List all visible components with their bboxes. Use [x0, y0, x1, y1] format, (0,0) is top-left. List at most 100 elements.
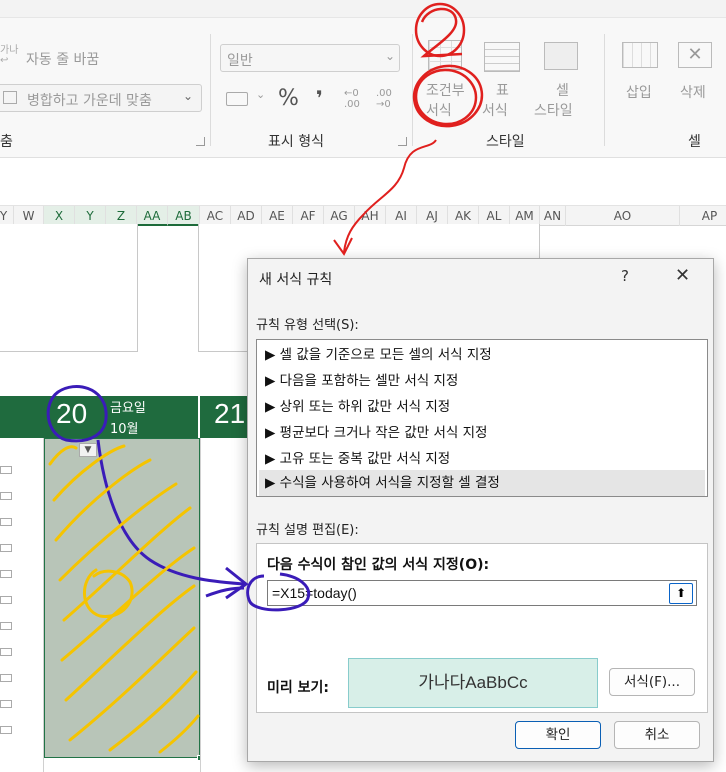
- alignment-launcher-icon[interactable]: [196, 137, 205, 146]
- decrease-decimal-icon[interactable]: .00 →0: [376, 88, 392, 110]
- formula-label: 다음 수식이 참인 값의 서식 지정(O):: [267, 557, 490, 573]
- weekday-label: 금요일: [110, 401, 146, 416]
- row-checkbox-icon: [0, 648, 12, 656]
- delete-icon: ✕: [678, 42, 712, 68]
- rule-description-panel: 다음 수식이 참인 값의 서식 지정(O): =X15=today() ⬆ 미리…: [256, 543, 708, 713]
- row-checkbox-icon: [0, 492, 12, 500]
- calendar-cell-box: [200, 438, 250, 772]
- column-header[interactable]: AI: [386, 206, 417, 226]
- formula-input[interactable]: =X15=today(): [267, 580, 697, 606]
- dropdown-arrow-icon[interactable]: ▼: [79, 443, 97, 457]
- number-launcher-icon[interactable]: [398, 137, 407, 146]
- currency-icon[interactable]: [226, 92, 248, 106]
- rule-type-item[interactable]: ▶ 다음을 포함하는 셀만 서식 지정: [259, 368, 705, 394]
- conditional-formatting-button[interactable]: 조건부 서식: [418, 36, 474, 120]
- column-headers: Y W X Y Z AA AB AC AD AE AF AG AH AI AJ …: [0, 206, 726, 226]
- format-as-table-button[interactable]: 표 서식: [478, 36, 534, 120]
- column-header[interactable]: X: [44, 206, 75, 226]
- ribbon: 가나 ↩ 자동 줄 바꿈 병합하고 가운데 맞춤 ⌄ 춤 일반 ⌄ ⌄ % ❜ ←…: [0, 0, 726, 158]
- conditional-formatting-label-1: 조건부: [426, 83, 465, 99]
- comma-button[interactable]: ❜: [316, 86, 323, 110]
- merge-center-icon: [3, 91, 17, 104]
- column-header[interactable]: AN: [540, 206, 566, 226]
- selected-cell-range[interactable]: ▼: [44, 438, 203, 761]
- number-format-value: 일반: [227, 53, 253, 69]
- column-header[interactable]: Y: [0, 206, 14, 226]
- column-header[interactable]: AL: [479, 206, 510, 226]
- ribbon-divider: [604, 34, 605, 146]
- column-header[interactable]: Z: [106, 206, 137, 226]
- preview-label: 미리 보기:: [267, 680, 329, 696]
- column-header[interactable]: AH: [355, 206, 386, 226]
- row-checkbox-icon: [0, 466, 12, 474]
- column-header[interactable]: AK: [448, 206, 479, 226]
- collapse-dialog-icon[interactable]: ⬆: [669, 583, 693, 604]
- chevron-down-icon: ⌄: [183, 89, 194, 103]
- wrap-text-label: 자동 줄 바꿈: [26, 52, 100, 68]
- insert-icon: [622, 42, 658, 68]
- number-format-dropdown[interactable]: 일반 ⌄: [220, 44, 400, 72]
- cell-styles-label-1: 셀: [556, 83, 569, 99]
- conditional-formatting-label-2: 서식: [426, 103, 452, 119]
- conditional-formatting-icon: [428, 40, 462, 70]
- column-header[interactable]: AB: [168, 206, 200, 226]
- merge-center-label: 병합하고 가운데 맞춤: [27, 93, 152, 109]
- currency-chevron-icon[interactable]: ⌄: [256, 88, 265, 101]
- edit-description-label: 규칙 설명 편집(E):: [256, 523, 359, 538]
- close-button[interactable]: ✕: [675, 265, 690, 286]
- cell-styles-label-2: 스타일: [534, 103, 573, 119]
- merge-center-button[interactable]: 병합하고 가운데 맞춤 ⌄: [0, 84, 202, 112]
- rule-type-item[interactable]: ▶ 평균보다 크거나 작은 값만 서식 지정: [259, 420, 705, 446]
- ribbon-divider: [210, 34, 211, 146]
- column-header[interactable]: AE: [262, 206, 293, 226]
- column-header[interactable]: AF: [293, 206, 324, 226]
- column-header[interactable]: Y: [75, 206, 106, 226]
- column-header[interactable]: AM: [510, 206, 540, 226]
- rule-type-label: 규칙 유형 선택(S):: [256, 318, 359, 333]
- new-formatting-rule-dialog: 새 서식 규칙 ? ✕ 규칙 유형 선택(S): ▶ 셀 값을 기준으로 모든 …: [247, 258, 714, 762]
- increase-decimal-icon[interactable]: ←0.00: [344, 88, 360, 110]
- wrap-text-icon: 가나 ↩: [0, 45, 19, 66]
- wrap-text-button[interactable]: 가나 ↩ 자동 줄 바꿈: [0, 46, 120, 70]
- calendar-divider: [198, 396, 200, 438]
- cell-styles-button[interactable]: 셀 스타일: [532, 36, 596, 120]
- chevron-down-icon: ⌄: [385, 49, 396, 63]
- rule-type-item-selected[interactable]: ▶ 수식을 사용하여 서식을 지정할 셀 결정: [259, 470, 705, 496]
- delete-label: 삭제: [680, 85, 706, 101]
- ok-button[interactable]: 확인: [515, 721, 601, 749]
- percent-button[interactable]: %: [278, 86, 299, 111]
- column-header[interactable]: AA: [137, 206, 168, 226]
- insert-label: 삽입: [626, 85, 652, 101]
- rule-type-item[interactable]: ▶ 고유 또는 중복 값만 서식 지정: [259, 446, 705, 472]
- insert-button[interactable]: 삽입: [614, 36, 664, 120]
- row-checkbox-icon: [0, 596, 12, 604]
- column-header[interactable]: AP: [680, 206, 726, 226]
- row-checkbox-icon: [0, 544, 12, 552]
- calendar-header-bar: 20 금요일 10월 21: [0, 396, 250, 438]
- cancel-button[interactable]: 취소: [614, 721, 700, 749]
- cells-group-label: 셀: [688, 134, 701, 150]
- preview-swatch: 가나다AaBbCc: [348, 658, 598, 708]
- rule-type-list[interactable]: ▶ 셀 값을 기준으로 모든 셀의 서식 지정 ▶ 다음을 포함하는 셀만 서식…: [256, 339, 708, 497]
- row-checkbox-icon: [0, 570, 12, 578]
- rule-type-item[interactable]: ▶ 상위 또는 하위 값만 서식 지정: [259, 394, 705, 420]
- column-header[interactable]: AG: [324, 206, 355, 226]
- delete-button[interactable]: ✕ 삭제: [668, 36, 726, 120]
- format-as-table-icon: [484, 42, 520, 72]
- formula-bar-area: [0, 158, 726, 206]
- alignment-group-label: 춤: [0, 134, 13, 150]
- help-button[interactable]: ?: [621, 267, 629, 285]
- column-header[interactable]: AC: [200, 206, 231, 226]
- ribbon-top-strip: [0, 0, 726, 18]
- day-number: 20: [56, 398, 88, 429]
- column-header[interactable]: AD: [231, 206, 262, 226]
- format-button[interactable]: 서식(F)...: [609, 668, 695, 696]
- column-header[interactable]: AO: [566, 206, 680, 226]
- month-label: 10월: [110, 422, 139, 437]
- column-header[interactable]: W: [14, 206, 44, 226]
- row-checkbox-icon: [0, 674, 12, 682]
- rule-type-item[interactable]: ▶ 셀 값을 기준으로 모든 셀의 서식 지정: [259, 342, 705, 368]
- cell-styles-icon: [544, 42, 578, 70]
- format-as-table-label-1: 표: [496, 83, 509, 99]
- column-header[interactable]: AJ: [417, 206, 448, 226]
